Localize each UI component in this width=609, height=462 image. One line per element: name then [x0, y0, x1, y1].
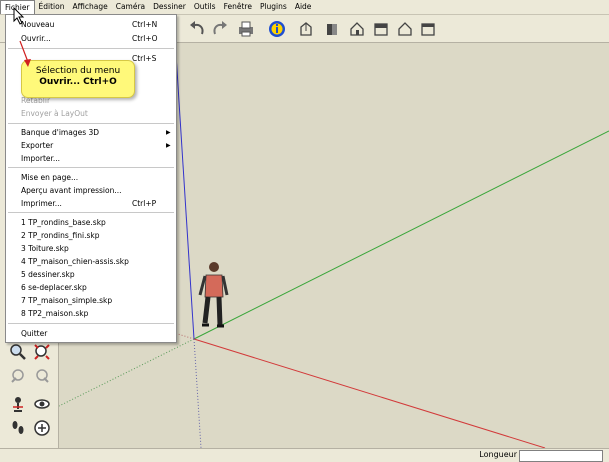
right-view-icon[interactable] — [370, 18, 392, 40]
recent-file-item[interactable]: 1 TP_rondins_base.skp — [6, 216, 176, 229]
menu-item-new[interactable]: Nouveau Ctrl+N — [6, 18, 176, 31]
menu-item-export[interactable]: Exporter ▶ — [6, 139, 176, 152]
green-axis-negative — [59, 338, 195, 407]
quit-label: Quitter — [21, 329, 48, 338]
recent-file-item[interactable]: 3 Toiture.skp — [6, 242, 176, 255]
menu-plugins[interactable]: Plugins — [256, 0, 291, 14]
page-setup-label: Mise en page... — [21, 173, 79, 182]
red-axis-line — [193, 338, 546, 448]
menu-separator — [8, 48, 174, 49]
click-trail-icon — [19, 40, 31, 67]
recent-file-label: 6 se-deplacer.skp — [21, 283, 87, 292]
menu-item-quit[interactable]: Quitter — [6, 327, 176, 340]
print-shortcut: Ctrl+P — [132, 199, 157, 208]
mouse-cursor-icon — [13, 7, 25, 25]
look-around-icon[interactable] — [30, 393, 54, 415]
menu-aide[interactable]: Aide — [291, 0, 316, 14]
callout-shortcut: Ouvrir... Ctrl+O — [39, 77, 117, 87]
print-preview-label: Aperçu avant impression... — [21, 186, 122, 195]
left-view-icon[interactable] — [417, 18, 439, 40]
model-info-icon[interactable] — [266, 18, 288, 40]
menu-selection-callout: Sélection du menu Ouvrir... Ctrl+O — [21, 60, 135, 98]
recent-file-label: 5 dessiner.skp — [21, 270, 75, 279]
position-camera-icon[interactable] — [6, 393, 30, 415]
menu-item-import[interactable]: Importer... — [6, 152, 176, 165]
menu-fenetre[interactable]: Fenêtre — [220, 0, 256, 14]
new-shortcut: Ctrl+N — [132, 20, 158, 29]
menu-item-warehouse[interactable]: Banque d'images 3D ▶ — [6, 126, 176, 139]
menu-item-page-setup[interactable]: Mise en page... — [6, 171, 176, 184]
recent-file-label: 4 TP_maison_chien-assis.skp — [21, 257, 129, 266]
zoom-icon[interactable] — [6, 341, 30, 363]
recent-file-item[interactable]: 8 TP2_maison.skp — [6, 307, 176, 320]
undo-icon[interactable] — [186, 18, 208, 40]
green-axis-line — [193, 130, 609, 340]
callout-title: Sélection du menu — [35, 66, 121, 76]
submenu-arrow-icon: ▶ — [166, 129, 171, 136]
open-shortcut: Ctrl+O — [132, 34, 158, 43]
menu-edition[interactable]: Édition — [35, 0, 69, 14]
menu-separator — [8, 167, 174, 168]
menu-outils[interactable]: Outils — [190, 0, 220, 14]
new-label: Nouveau — [21, 20, 55, 29]
recent-file-label: 3 Toiture.skp — [21, 244, 69, 253]
measurement-field[interactable] — [519, 450, 603, 462]
import-label: Importer... — [21, 154, 61, 163]
menu-dessiner[interactable]: Dessiner — [149, 0, 190, 14]
person-figure — [198, 262, 229, 328]
recent-file-item[interactable]: 5 dessiner.skp — [6, 268, 176, 281]
blue-axis-negative — [193, 338, 202, 448]
recent-file-item[interactable]: 2 TP_rondins_fini.skp — [6, 229, 176, 242]
front-view-icon[interactable] — [346, 18, 368, 40]
export-label: Exporter — [21, 141, 54, 150]
recent-file-label: 2 TP_rondins_fini.skp — [21, 231, 100, 240]
iso-view-icon[interactable] — [295, 18, 317, 40]
menu-separator — [8, 123, 174, 124]
submenu-arrow-icon: ▶ — [166, 142, 171, 149]
menu-bar: Fichier Édition Affichage Caméra Dessine… — [0, 0, 609, 15]
blue-axis-line — [174, 43, 195, 340]
menu-camera[interactable]: Caméra — [112, 0, 149, 14]
status-bar: Longueur — [0, 448, 609, 462]
recent-file-label: 8 TP2_maison.skp — [21, 309, 89, 318]
recent-file-label: 1 TP_rondins_base.skp — [21, 218, 106, 227]
save-shortcut: Ctrl+S — [132, 54, 157, 63]
back-view-icon[interactable] — [394, 18, 416, 40]
zoom-extents-icon[interactable] — [30, 341, 54, 363]
section-plane-icon[interactable] — [30, 417, 54, 439]
print-icon[interactable] — [235, 18, 257, 40]
menu-separator — [8, 212, 174, 213]
print-label: Imprimer... — [21, 199, 62, 208]
recent-file-label: 7 TP_maison_simple.skp — [21, 296, 113, 305]
menu-item-print-preview[interactable]: Aperçu avant impression... — [6, 184, 176, 197]
walk-icon[interactable] — [6, 417, 30, 439]
previous-view-icon[interactable] — [6, 365, 30, 387]
menu-separator — [8, 323, 174, 324]
recent-file-item[interactable]: 6 se-deplacer.skp — [6, 281, 176, 294]
redo-icon[interactable] — [209, 18, 231, 40]
warehouse-label: Banque d'images 3D — [21, 128, 100, 137]
measurement-label: Longueur — [479, 450, 517, 459]
menu-affichage[interactable]: Affichage — [68, 0, 111, 14]
next-view-icon[interactable] — [30, 365, 54, 387]
menu-item-send-layout: Envoyer à LayOut — [6, 107, 176, 120]
recent-file-item[interactable]: 4 TP_maison_chien-assis.skp — [6, 255, 176, 268]
send-layout-label: Envoyer à LayOut — [21, 109, 88, 118]
menu-item-print[interactable]: Imprimer... Ctrl+P — [6, 197, 176, 210]
top-view-icon[interactable] — [321, 18, 343, 40]
recent-file-item[interactable]: 7 TP_maison_simple.skp — [6, 294, 176, 307]
